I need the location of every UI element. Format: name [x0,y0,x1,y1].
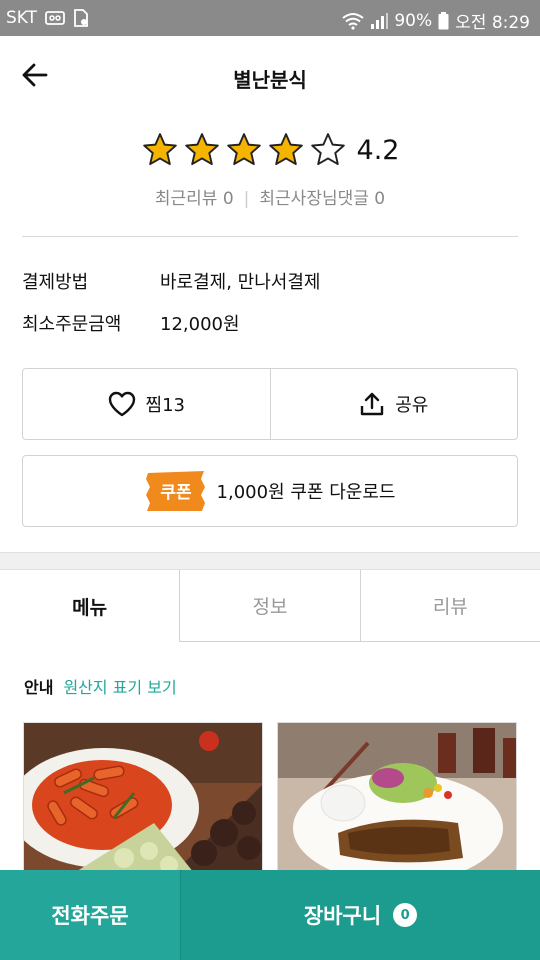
battery-icon [438,11,449,29]
rating-value: 4.2 [356,134,400,166]
coupon-tag-icon: 쿠폰 [145,471,205,511]
star-filled-icon [226,133,261,166]
coupon-text: 1,000원 쿠폰 다운로드 [216,482,396,503]
carrier-label: SKT [6,8,38,28]
tab-review[interactable]: 리뷰 [359,570,540,642]
share-icon [360,392,384,416]
divider [22,236,518,237]
min-order-value: 12,000원 [160,314,240,335]
heart-icon [108,391,135,417]
tab-bar: 메뉴 정보 리뷰 [0,570,540,642]
payment-label: 결제방법 [22,272,89,293]
cart-label: 장바구니 [303,904,382,928]
app-header: 별난분식 [0,36,540,120]
page-title: 별난분식 [233,68,307,92]
phone-order-button[interactable]: 전화주문 [0,870,180,960]
min-order-row: 최소주문금액 12,000원 [22,310,518,336]
cart-count-badge: 0 [393,903,418,927]
star-filled-icon [268,133,303,166]
sim-icon [74,9,88,27]
recent-review-count[interactable]: 최근리뷰 0 [155,189,234,209]
section-divider [0,552,540,570]
battery-percent: 90% [394,10,433,31]
signal-icon [371,12,389,29]
coupon-tag-text: 쿠폰 [160,483,192,503]
rating-row: 4.2 [0,130,540,170]
tteokbokki-photo [24,723,262,871]
status-bar: SKT 90% 오전 8:29 [0,0,540,36]
tab-menu[interactable]: 메뉴 [0,570,180,642]
action-box: 찜13 공유 [22,368,518,440]
cart-button[interactable]: 장바구니 0 [180,870,540,960]
clock: 오전 8:29 [455,13,530,33]
star-filled-icon [184,133,219,166]
donkatsu-photo [278,723,516,871]
separator: | [243,189,250,209]
like-button[interactable]: 찜13 [23,369,270,439]
wifi-icon [342,12,364,30]
payment-row: 결제방법 바로결제, 만나서결제 [22,268,518,294]
tab-info[interactable]: 정보 [179,570,360,642]
star-empty-icon [310,133,345,166]
share-label: 공유 [395,395,429,416]
share-button[interactable]: 공유 [269,369,518,439]
payment-value: 바로결제, 만나서결제 [160,272,321,293]
bottom-bar: 전화주문 장바구니 0 [0,870,540,960]
star-filled-icon [142,133,177,166]
like-label: 찜13 [145,395,185,416]
menu-image-donkatsu[interactable] [277,722,517,872]
notice-label: 안내 [24,678,54,697]
review-counts: 최근리뷰 0 | 최근사장님댓글 0 [0,184,540,209]
voicemail-icon [45,11,65,25]
notice: 안내 원산지 표기 보기 [24,674,177,698]
menu-image-tteokbokki[interactable] [23,722,263,872]
owner-reply-count[interactable]: 최근사장님댓글 0 [259,189,385,209]
coupon-download-button[interactable]: 쿠폰 1,000원 쿠폰 다운로드 [22,455,518,527]
origin-info-link[interactable]: 원산지 표기 보기 [63,674,176,698]
min-order-label: 최소주문금액 [22,314,122,335]
